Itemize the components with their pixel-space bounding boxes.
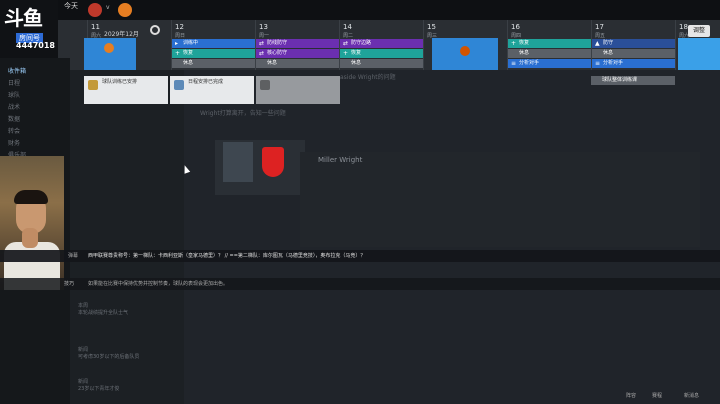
club-crest-icon xyxy=(262,147,284,177)
training-slot[interactable]: + 恢复 xyxy=(508,39,591,48)
notification-card[interactable]: 日程安排已完成 xyxy=(170,76,254,104)
notification-icon xyxy=(88,80,98,90)
danmaku-text: 西甲联赛尊贵称号：第一梯队：卡西利亚斯（皇家马德里）？ // ==第二梯队：库尔… xyxy=(88,253,366,259)
training-slot[interactable]: ⇄ 核心防守 xyxy=(256,49,339,58)
streamer-webcam xyxy=(0,156,64,290)
match-day-box[interactable] xyxy=(432,38,498,70)
stream-logo-box: 斗鱼 房间号 4447018 xyxy=(0,0,58,58)
calendar-day-12[interactable]: 12 周日 ▸ 训练中 + 恢复 休息 xyxy=(171,20,255,70)
calendar-day-15[interactable]: 15 周三 xyxy=(423,20,507,70)
calendar-day-16[interactable]: 16 周四 + 恢复 休息 ≡ 分析对手 xyxy=(507,20,591,70)
footer-button[interactable]: 赛程 xyxy=(652,392,662,399)
main-subtext: Wright打算离开，告知一些问题 xyxy=(200,110,286,117)
sidebar-item[interactable]: 战术 xyxy=(8,102,20,111)
calendar-day-13[interactable]: 13 周一 ⇄ 防线防守 ⇄ 核心防守 休息 xyxy=(255,20,339,70)
notification-card[interactable] xyxy=(256,76,340,104)
opponent-crest-icon xyxy=(104,43,114,53)
clock-icon[interactable] xyxy=(150,25,160,35)
training-slot[interactable]: 休息 xyxy=(508,49,591,58)
sidebar-item[interactable]: 日程 xyxy=(8,78,20,87)
news-item[interactable]: 本周 本轮战绩提升全队士气 xyxy=(78,302,128,316)
calendar-strip[interactable]: 10 11 周六 2029年12月 12 周日 ▸训练中 +恢复 休息 13 周… xyxy=(0,20,720,70)
home-club-crest-icon xyxy=(88,3,102,17)
away-club-crest-icon xyxy=(118,3,132,17)
room-number: 4447018 xyxy=(16,41,55,50)
notification-icon xyxy=(174,80,184,90)
training-slot[interactable]: ≡ 分析对手 xyxy=(508,59,591,68)
main-heading: aside Wright的问题 xyxy=(340,74,396,81)
extra-training-slot[interactable]: 球队整体训练课 xyxy=(591,76,675,85)
notification-card[interactable]: 球队训练已安排 xyxy=(84,76,168,104)
player-info-panel: Miller Wright xyxy=(300,152,700,247)
footer-button[interactable]: 新消息 xyxy=(684,392,699,399)
training-slot[interactable]: 休息 xyxy=(340,59,423,68)
tips-bar: 技巧 如果能在比赛中保持优势并控制节奏，球队的表现会更加出色。 xyxy=(0,278,720,290)
sidebar-item[interactable]: 球队 xyxy=(8,90,20,99)
match-day-box[interactable] xyxy=(678,38,720,70)
training-slot[interactable]: ≡ 分析对手 xyxy=(592,59,675,68)
calendar-day-14[interactable]: 14 周二 ⇄ 防守边路 + 恢复 休息 xyxy=(339,20,423,70)
month-label: 2029年12月 xyxy=(104,31,139,38)
opponent-crest-icon xyxy=(460,46,470,56)
training-slot[interactable]: ⇄ 防守边路 xyxy=(340,39,423,48)
training-slot[interactable]: 休息 xyxy=(592,49,675,58)
training-slot[interactable]: ⇄ 防线防守 xyxy=(256,39,339,48)
sidebar-item[interactable]: 转会 xyxy=(8,126,20,135)
douyu-logo: 斗鱼 xyxy=(4,6,43,30)
danmaku-bar: 弹幕 西甲联赛尊贵称号：第一梯队：卡西利亚斯（皇家马德里）？ // ==第二梯队… xyxy=(0,250,720,262)
training-slot[interactable]: 休息 xyxy=(256,59,339,68)
player-name: Miller Wright xyxy=(318,156,363,164)
today-label: 今天 xyxy=(64,2,78,10)
training-slot[interactable]: 休息 xyxy=(172,59,255,68)
confirm-button[interactable]: 调整 xyxy=(688,25,710,37)
training-slot[interactable]: + 恢复 xyxy=(172,49,255,58)
training-slot[interactable]: ▸ 训练中 xyxy=(172,39,255,48)
sidebar-item[interactable]: 财务 xyxy=(8,138,20,147)
match-day-box[interactable] xyxy=(84,38,136,70)
tips-text: 如果能在比赛中保持优势并控制节奏，球队的表现会更加出色。 xyxy=(88,281,229,287)
notification-icon xyxy=(260,80,270,90)
player-photo xyxy=(223,142,253,182)
news-item[interactable]: 新闻 可考虑30岁以下的后备队员 xyxy=(78,346,139,360)
top-bar: 今天 v xyxy=(0,0,720,20)
news-item[interactable]: 新闻 23岁以下青年才俊 xyxy=(78,378,119,392)
footer-button[interactable]: 阵容 xyxy=(626,392,636,399)
sidebar-item[interactable]: 数据 xyxy=(8,114,20,123)
vs-label: v xyxy=(106,4,110,11)
training-slot[interactable]: + 恢复 xyxy=(340,49,423,58)
sidebar-item[interactable]: 收件箱 xyxy=(8,66,26,75)
training-slot[interactable]: ▲ 防守 xyxy=(592,39,675,48)
calendar-day-17[interactable]: 17 周五 ▲ 防守 休息 ≡ 分析对手 xyxy=(591,20,675,70)
